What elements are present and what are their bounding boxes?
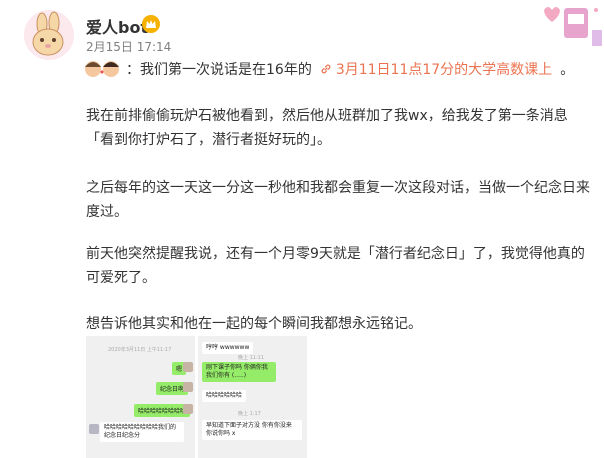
- chat-screenshot-1[interactable]: 2020年3月11日 上午11:17 嗯 纪念日啊 哈哈哈哈哈哈哈哈 哈哈哈哈哈…: [86, 336, 195, 458]
- chat-bubble: 刚下课子你吗 你俩你我 我们你有 (.....): [202, 362, 276, 382]
- chat-bubble: 哼哼 wwwwww: [202, 342, 254, 354]
- chat-bubble: 哈哈哈哈哈哈: [202, 390, 247, 402]
- chat-avatar: [183, 362, 193, 372]
- verified-crown-icon: [142, 15, 160, 33]
- link-icon: [321, 64, 331, 74]
- post-text-suffix: 。: [560, 62, 575, 78]
- topic-link[interactable]: 3月11日11点17分的大学高数课上: [320, 59, 552, 79]
- bunny-avatar-icon: [24, 10, 74, 60]
- topic-emoji-icon: [85, 61, 119, 77]
- chat-bubble: 哈哈哈哈哈哈哈哈: [134, 404, 191, 417]
- card-decoration: [504, 0, 604, 50]
- chat-avatar: [89, 424, 99, 434]
- chat-timestamp: 晚上 1:17: [238, 411, 261, 417]
- post-paragraph-3: 前天他突然提醒我说，还有一个月零9天就是「潜行者纪念日」了，我觉得他真的可爱死了…: [86, 246, 585, 286]
- post-time[interactable]: 2月15日 17:14: [86, 38, 171, 55]
- chat-timestamp: 晚上 11:11: [238, 355, 264, 361]
- chat-screenshot-2[interactable]: 哼哼 wwwwww 晚上 11:11 刚下课子你吗 你俩你我 我们你有 (...…: [198, 336, 307, 458]
- username[interactable]: 爱人bot: [86, 14, 148, 38]
- chat-bubble: 哈哈哈哈哈哈哈哈哈我们的纪念日纪念分: [100, 422, 184, 442]
- post-paragraph-1: 我在前排偷偷玩炉石被他看到，然后他从班群加了我wx，给我发了第一条消息「看到你打…: [86, 108, 568, 148]
- topic-link-label: 3月11日11点17分的大学高数课上: [335, 62, 553, 78]
- chat-timestamp: 2020年3月11日 上午11:17: [108, 347, 172, 353]
- post-text-prefix: ：我们第一次说话是在16年的: [126, 62, 312, 78]
- chat-avatar: [183, 382, 193, 392]
- avatar[interactable]: [24, 10, 74, 60]
- post-paragraph-2: 之后每年的这一天这一分这一秒他和我都会重复一次这段对话，当做一个纪念日来度过。: [86, 180, 590, 220]
- chat-avatar: [183, 404, 193, 414]
- post-first-line: ：我们第一次说话是在16年的 3月11日11点17分的大学高数课上 。: [84, 59, 574, 79]
- chat-bubble: 早知道下面子对方没 你有你没来 你说你吗 x: [202, 420, 302, 440]
- post-paragraph-4: 想告诉他其实和他在一起的每个瞬间我都想永远铭记。: [86, 316, 422, 332]
